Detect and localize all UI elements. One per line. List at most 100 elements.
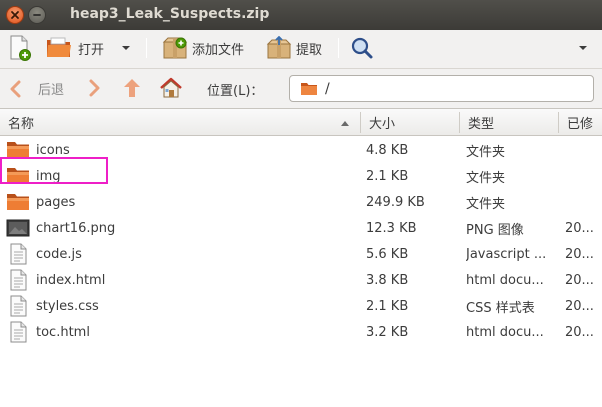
file-type: CSS 样式表 xyxy=(466,300,535,316)
back-button[interactable]: 后退 xyxy=(8,79,64,98)
home-icon xyxy=(160,77,182,98)
text-file-icon xyxy=(6,321,30,343)
window-title: heap3_Leak_Suspects.zip xyxy=(70,6,270,22)
file-type: 文件夹 xyxy=(466,196,506,212)
file-row[interactable]: index.html 3.8 KB html docu... 20... xyxy=(0,267,602,293)
file-name: pages xyxy=(36,194,76,210)
arrow-up-icon xyxy=(124,79,140,97)
title-bar: heap3_Leak_Suspects.zip xyxy=(0,0,602,30)
column-header-modified[interactable]: 已修 xyxy=(559,109,602,136)
chevron-down-icon xyxy=(579,46,587,50)
file-name: code.js xyxy=(36,246,82,262)
home-button[interactable] xyxy=(159,76,183,104)
open-label: 打开 xyxy=(78,42,105,58)
location-label: 位置(L)： xyxy=(207,84,264,99)
file-list: 名称 大小 类型 已修 icons 4.8 KB 文件夹 img 2.1 KB … xyxy=(0,108,602,407)
column-header-size[interactable]: 大小 xyxy=(361,109,459,136)
new-archive-button[interactable] xyxy=(8,34,32,62)
file-name: icons xyxy=(36,142,70,158)
column-header-type[interactable]: 类型 xyxy=(460,109,558,136)
file-row[interactable]: code.js 5.6 KB Javascript ... 20... xyxy=(0,241,602,267)
forward-button[interactable] xyxy=(88,79,102,101)
folder-icon xyxy=(301,82,317,95)
open-folder-icon xyxy=(47,37,71,57)
search-icon xyxy=(351,37,373,59)
folder-icon xyxy=(6,167,30,185)
file-name-cell: index.html xyxy=(6,267,358,293)
file-row[interactable]: img 2.1 KB 文件夹 xyxy=(0,163,602,189)
up-button[interactable] xyxy=(122,77,142,103)
file-name-cell: code.js xyxy=(6,241,358,267)
search-button[interactable] xyxy=(350,34,374,62)
file-modified xyxy=(565,189,602,215)
arrow-right-icon xyxy=(89,79,100,97)
column-header-name[interactable]: 名称 xyxy=(0,109,360,136)
file-size: 4.8 KB xyxy=(366,142,409,158)
file-modified: 20... xyxy=(565,324,594,340)
toolbar-separator xyxy=(146,38,147,58)
file-row[interactable]: pages 249.9 KB 文件夹 xyxy=(0,189,602,215)
folder-icon xyxy=(6,141,30,159)
new-archive-icon xyxy=(10,35,31,61)
file-modified: 20... xyxy=(565,220,594,236)
file-size: 3.8 KB xyxy=(366,272,409,288)
file-size: 2.1 KB xyxy=(366,298,409,314)
file-name-cell: img xyxy=(6,163,358,189)
back-label: 后退 xyxy=(38,83,65,98)
sort-ascending-icon xyxy=(341,121,349,126)
file-modified xyxy=(565,163,602,189)
extract-button[interactable]: 提取 xyxy=(266,34,322,62)
file-name-cell: chart16.png xyxy=(6,215,358,241)
file-modified: 20... xyxy=(565,272,594,288)
close-window-button[interactable] xyxy=(6,6,24,24)
close-icon xyxy=(11,11,19,19)
location-path: / xyxy=(325,80,330,97)
file-name-cell: toc.html xyxy=(6,319,358,345)
add-files-label: 添加文件 xyxy=(192,42,245,58)
open-dropdown-button[interactable] xyxy=(120,34,132,62)
file-type: html docu... xyxy=(466,272,544,288)
file-name: chart16.png xyxy=(36,220,116,236)
file-modified: 20... xyxy=(565,298,594,314)
file-row[interactable]: chart16.png 12.3 KB PNG 图像 20... xyxy=(0,215,602,241)
location-input[interactable]: / xyxy=(289,75,594,102)
file-size: 3.2 KB xyxy=(366,324,409,340)
file-size: 12.3 KB xyxy=(366,220,417,236)
file-type: html docu... xyxy=(466,324,544,340)
minimize-icon xyxy=(33,14,41,16)
file-name-cell: pages xyxy=(6,189,358,215)
text-file-icon xyxy=(6,295,30,317)
file-row[interactable]: toc.html 3.2 KB html docu... 20... xyxy=(0,319,602,345)
file-rows: icons 4.8 KB 文件夹 img 2.1 KB 文件夹 pages 24… xyxy=(0,137,602,345)
minimize-window-button[interactable] xyxy=(28,6,46,24)
file-name: toc.html xyxy=(36,324,90,340)
text-file-icon xyxy=(6,269,30,291)
open-button[interactable]: 打开 xyxy=(46,34,104,62)
file-size: 2.1 KB xyxy=(366,168,409,184)
add-files-icon xyxy=(162,37,188,59)
toolbar: 打开 添加文件 提取 xyxy=(0,30,602,66)
file-name: styles.css xyxy=(36,298,99,314)
file-row[interactable]: styles.css 2.1 KB CSS 样式表 20... xyxy=(0,293,602,319)
column-header-bar: 名称 大小 类型 已修 xyxy=(0,109,602,136)
add-files-button[interactable]: 添加文件 xyxy=(162,34,244,62)
file-size: 5.6 KB xyxy=(366,246,409,262)
file-name-cell: styles.css xyxy=(6,293,358,319)
text-file-icon xyxy=(6,243,30,265)
location-bar: 后退 位置(L)： / xyxy=(0,68,602,108)
file-type: 文件夹 xyxy=(466,144,506,160)
file-name: index.html xyxy=(36,272,106,288)
extract-icon xyxy=(266,36,292,59)
file-type: 文件夹 xyxy=(466,170,506,186)
chevron-down-icon xyxy=(122,46,130,50)
toolbar-overflow-button[interactable] xyxy=(578,34,588,62)
file-type: Javascript ... xyxy=(466,246,547,262)
file-type: PNG 图像 xyxy=(466,222,524,238)
file-name-cell: icons xyxy=(6,137,358,163)
file-size: 249.9 KB xyxy=(366,194,425,210)
image-file-icon xyxy=(6,219,30,237)
extract-label: 提取 xyxy=(296,42,323,58)
folder-icon xyxy=(6,193,30,211)
file-row[interactable]: icons 4.8 KB 文件夹 xyxy=(0,137,602,163)
arrow-left-icon xyxy=(10,80,21,97)
